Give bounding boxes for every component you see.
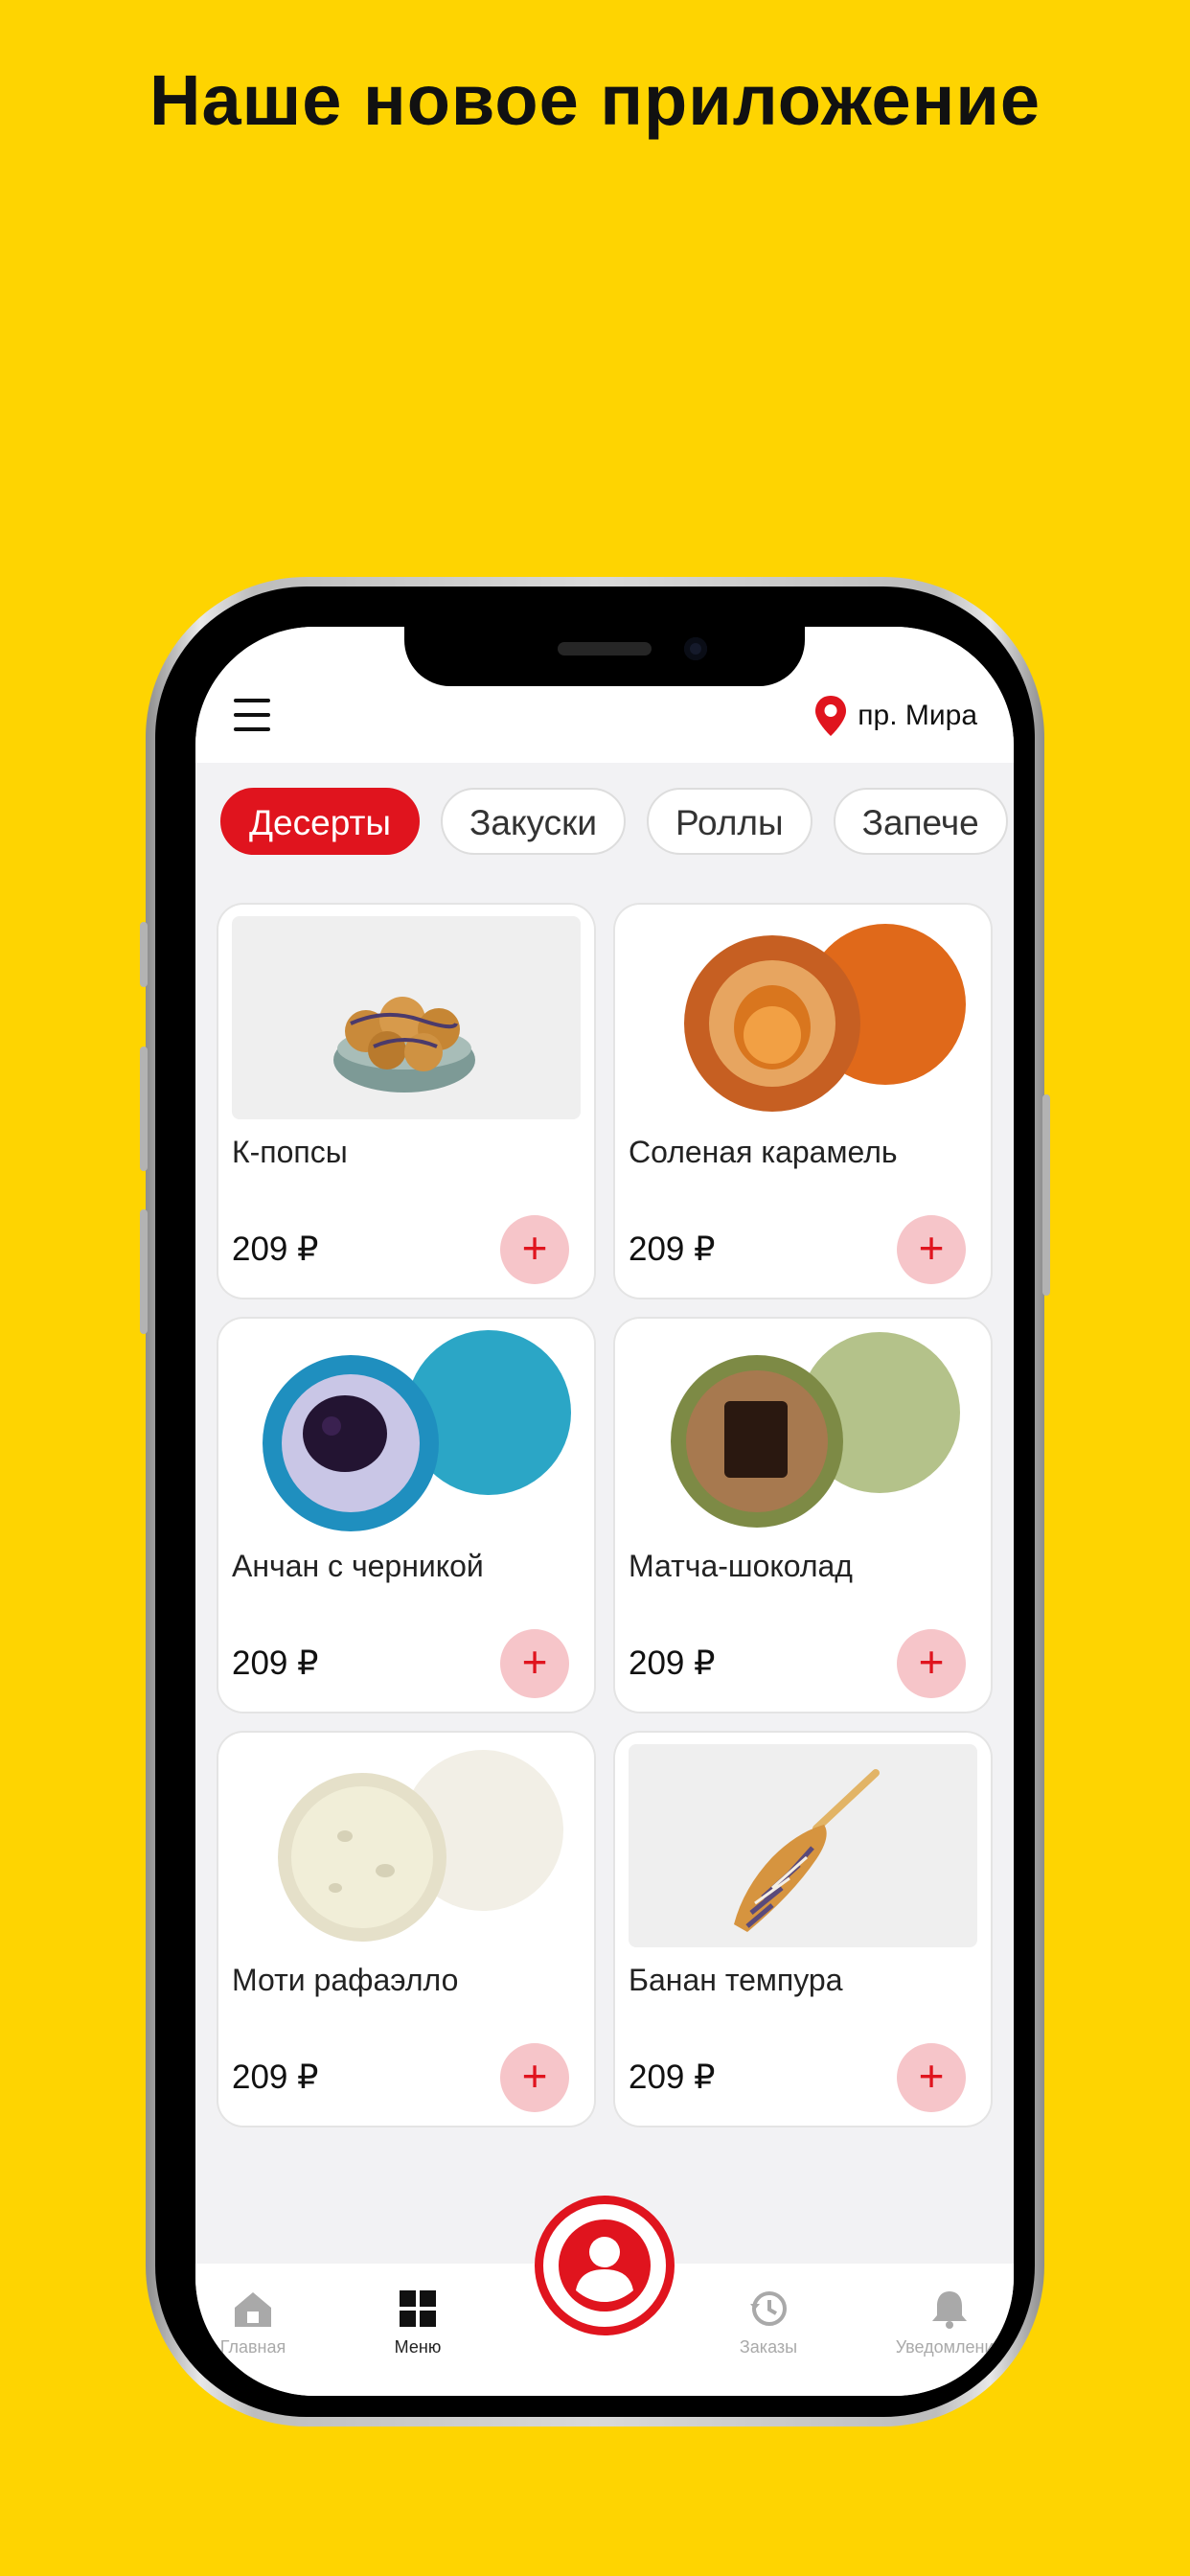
product-price: 209 ₽ [629,1230,716,1268]
tab-orders[interactable]: Заказы [711,2288,826,2358]
add-to-cart-button[interactable]: + [500,1215,569,1284]
category-tabs: Десерты Закуски Роллы Запече [220,788,1008,855]
profile-button[interactable] [535,2196,675,2335]
product-name: Соленая карамель [629,1135,898,1169]
product-card[interactable]: Моти рафаэлло 209 ₽ + [218,1733,594,2126]
product-card[interactable]: Банан темпура 209 ₽ + [615,1733,991,2126]
add-to-cart-button[interactable]: + [500,2043,569,2112]
category-chip-baked[interactable]: Запече [833,788,1008,855]
product-name: Матча-шоколад [629,1549,853,1583]
product-name: Анчан с черникой [232,1549,484,1583]
product-price: 209 ₽ [629,1644,716,1682]
phone-power-button [1042,1094,1050,1296]
product-grid: К-попсы 209 ₽ + Соленая карамель 209 ₽ +… [218,905,991,2126]
front-camera [684,637,707,660]
product-price: 209 ₽ [232,1230,319,1268]
product-name: К-попсы [232,1135,348,1169]
phone-bezel: пр. Мира Десерты Закуски Роллы Запече К-… [155,586,1035,2417]
location-label: пр. Мира [858,700,977,731]
hamburger-menu-icon[interactable] [234,699,270,731]
product-image-mochi-raffaello [232,1744,581,1947]
category-chip-rolls[interactable]: Роллы [647,788,812,855]
phone-volume-up [140,1046,148,1171]
tab-home-label: Главная [219,2337,286,2357]
product-image-k-pops [232,916,581,1119]
product-image-salted-caramel [629,916,977,1119]
location-pin-icon [815,696,847,736]
tab-notifications-label: Уведомления [895,2337,1004,2357]
notch [404,627,805,686]
phone-volume-down [140,1209,148,1334]
product-card[interactable]: К-попсы 209 ₽ + [218,905,594,1298]
headline: Наше новое приложение [149,60,1041,140]
product-name: Моти рафаэлло [232,1963,459,1997]
category-chip-snacks[interactable]: Закуски [441,788,626,855]
add-to-cart-button[interactable]: + [500,1629,569,1698]
category-chip-desserts[interactable]: Десерты [220,788,421,855]
tab-notifications[interactable]: Уведомления [878,2288,1014,2358]
location-selector[interactable]: пр. Мира [813,694,977,738]
history-icon [750,2291,787,2326]
tab-menu-label: Меню [394,2337,442,2357]
product-image-anchan-blueberry [232,1330,581,1533]
product-price: 209 ₽ [232,1644,319,1682]
speaker-grille [558,642,652,656]
product-card[interactable]: Анчан с черникой 209 ₽ + [218,1319,594,1712]
product-name: Банан темпура [629,1963,843,1997]
product-image-banana-tempura [629,1744,977,1947]
profile-icon [559,2220,651,2312]
product-price: 209 ₽ [629,2058,716,2096]
bell-icon [932,2291,967,2329]
add-to-cart-button[interactable]: + [897,1629,966,1698]
product-image-matcha-chocolate [629,1330,977,1533]
tab-home[interactable]: Главная [195,2288,310,2358]
product-price: 209 ₽ [232,2058,319,2096]
tab-menu[interactable]: Меню [360,2288,475,2358]
home-icon [235,2292,271,2327]
tab-orders-label: Заказы [739,2337,798,2357]
phone-mockup: пр. Мира Десерты Закуски Роллы Запече К-… [140,577,1050,2426]
app-screen: пр. Мира Десерты Закуски Роллы Запече К-… [195,627,1014,2396]
add-to-cart-button[interactable]: + [897,1215,966,1284]
product-card[interactable]: Матча-шоколад 209 ₽ + [615,1319,991,1712]
menu-grid-icon [400,2290,436,2327]
phone-silent-switch [140,922,148,987]
product-card[interactable]: Соленая карамель 209 ₽ + [615,905,991,1298]
add-to-cart-button[interactable]: + [897,2043,966,2112]
